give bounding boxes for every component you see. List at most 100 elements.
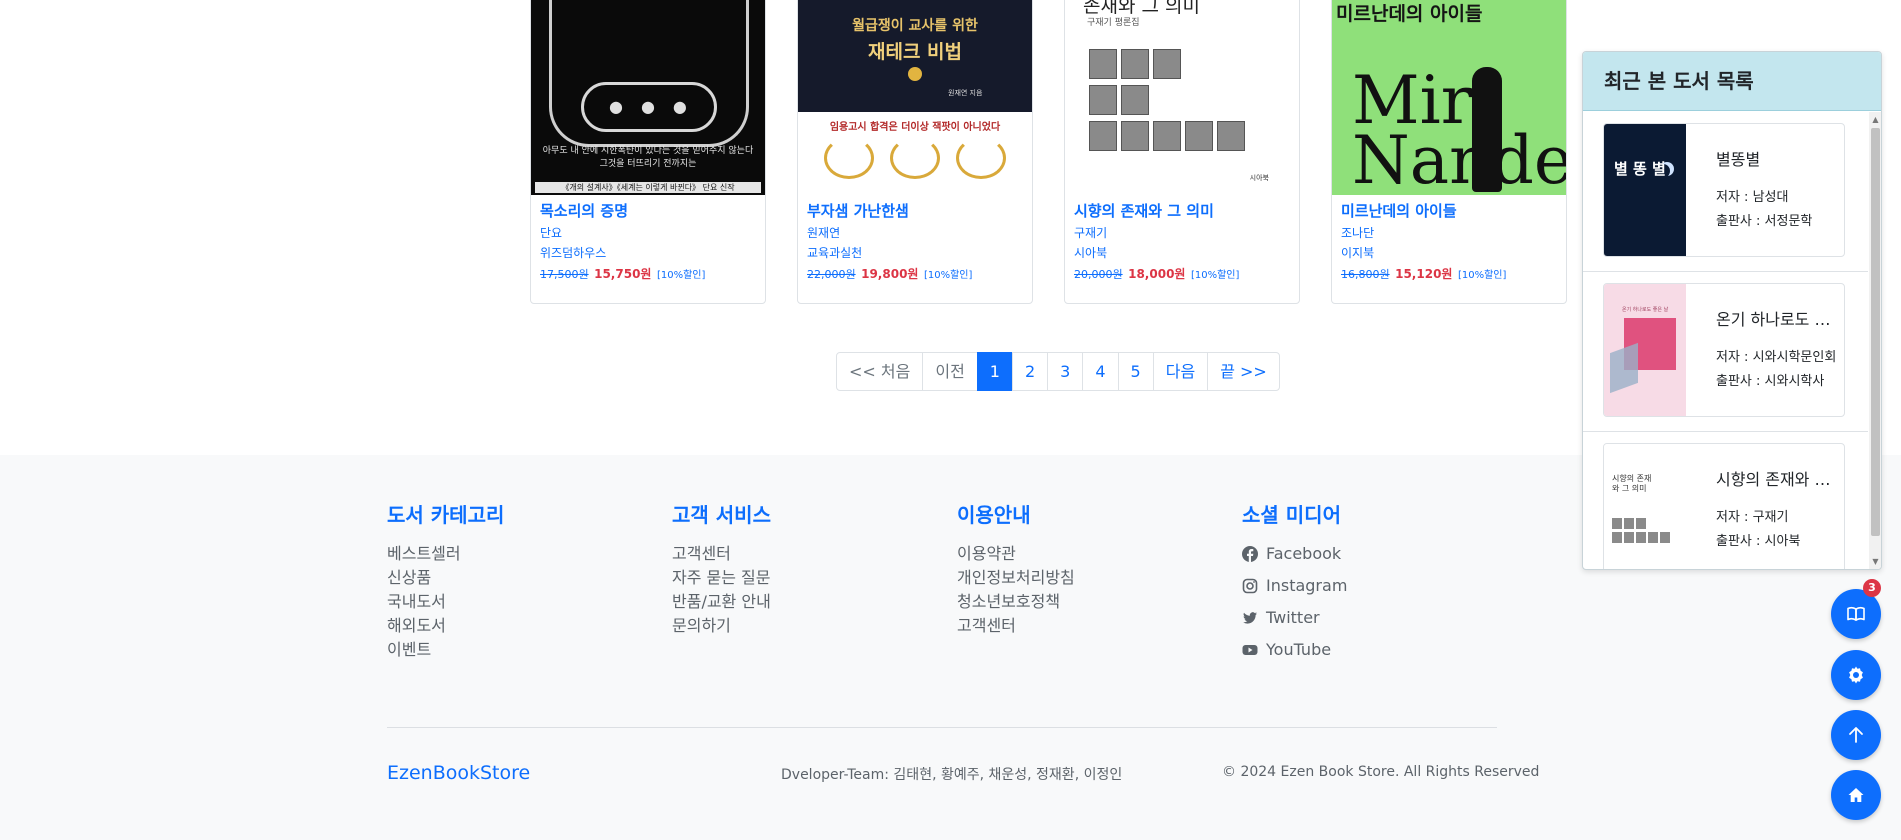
gear-icon [1849, 666, 1863, 684]
book-cover[interactable]: 미르난데의 아이들 Mir Nande [1332, 0, 1566, 195]
recent-book-card[interactable]: 별 똥 별 별똥별 저자 : 남성대 출판사 : 서정문학 [1603, 123, 1845, 257]
book-publisher-link[interactable]: 교육과실천 [807, 245, 1026, 261]
recent-book-thumbnail[interactable]: 별 똥 별 [1604, 124, 1686, 256]
portrait-photo [1612, 518, 1622, 529]
footer-link-contact[interactable]: 문의하기 [672, 614, 771, 638]
book-publisher-link[interactable]: 이지북 [1341, 245, 1560, 261]
footer-heading: 고객 서비스 [672, 503, 771, 527]
youtube-icon [1242, 645, 1258, 655]
footer-brand-link[interactable]: EzenBookStore [387, 762, 530, 784]
sale-price: 15,750원 [594, 267, 652, 281]
pagination-page-3[interactable]: 3 [1047, 352, 1084, 391]
book-cover[interactable]: 월급쟁이 교사를 위한 재테크 비법 원재연 지음 임용고시 합격은 더이상 잭… [798, 0, 1032, 195]
book-card[interactable]: ●●● 아무도 내 안에 시한폭탄이 있다는 것을 믿어주지 않는다 그것을 터… [530, 0, 766, 304]
settings-button[interactable] [1831, 650, 1881, 700]
portrait-photo [1624, 532, 1634, 543]
scroll-up-arrow-icon[interactable]: ▲ [1871, 114, 1880, 126]
footer-heading: 소셜 미디어 [1242, 503, 1341, 527]
footer-link-event[interactable]: 이벤트 [387, 638, 504, 662]
cover-title: 미르난데의 아이들 [1336, 3, 1483, 25]
book-author-link[interactable]: 구재기 [1074, 225, 1293, 241]
portrait-photo [1648, 532, 1658, 543]
book-cover[interactable]: 존재와 그 의미 구재기 평론집 시아북 [1065, 0, 1299, 195]
home-icon [1848, 788, 1864, 802]
home-button[interactable] [1831, 770, 1881, 820]
pagination-prev[interactable]: 이전 [922, 352, 978, 391]
pagination-page-4[interactable]: 4 [1082, 352, 1119, 391]
cover-illustration [1472, 67, 1502, 192]
original-price: 17,500원 [540, 268, 589, 281]
recent-books-panel: 최근 본 도서 목록 별 똥 별 별똥별 저자 : 남성대 출판사 : 서정문학… [1582, 51, 1882, 570]
pagination-page-5[interactable]: 5 [1117, 352, 1154, 391]
book-title-link[interactable]: 부자샘 가난한샘 [807, 201, 1026, 221]
portrait-photo [1624, 518, 1634, 529]
portrait-photo [1153, 49, 1181, 79]
facebook-link[interactable]: Facebook [1242, 542, 1347, 566]
footer-link-youth-policy[interactable]: 청소년보호정책 [957, 590, 1075, 614]
cover-author: 원재연 지음 [948, 89, 983, 97]
book-author-link[interactable]: 단요 [540, 225, 759, 241]
scroll-to-top-button[interactable] [1831, 710, 1881, 760]
recent-book-thumbnail[interactable]: 온기 하나로도 좋은 날 [1604, 284, 1686, 416]
recent-list-scrollbar[interactable]: ▲ ▼ [1869, 112, 1881, 569]
facebook-icon [1242, 546, 1258, 562]
recent-book-item: 시향의 존재와 그 의미 시향의 존재와 그 의미 저자 : 구재기 출판사 :… [1583, 432, 1868, 569]
footer-column-categories: 도서 카테고리 베스트셀러 신상품 국내도서 해외도서 이벤트 [387, 501, 504, 662]
pagination-first[interactable]: << 처음 [836, 352, 924, 391]
book-title-link[interactable]: 미르난데의 아이들 [1341, 201, 1560, 221]
footer-column-social: 소셜 미디어 Facebook Instagram Twitter YouTub… [1242, 501, 1347, 670]
footer-link-bestseller[interactable]: 베스트셀러 [387, 542, 504, 566]
twitter-link[interactable]: Twitter [1242, 606, 1347, 630]
book-title-link[interactable]: 시향의 존재와 그 의미 [1074, 201, 1293, 221]
recent-book-title[interactable]: 온기 하나로도 좋은 날 [1716, 306, 1841, 330]
recent-book-title[interactable]: 시향의 존재와 그 의미 [1716, 466, 1841, 490]
footer-team-credit: Dveloper-Team: 김태현, 황예주, 채운성, 정재환, 이정인 [781, 767, 1123, 783]
book-card[interactable]: 미르난데의 아이들 Mir Nande 미르난데의 아이들 조나단 이지북 16… [1331, 0, 1567, 304]
cover-subtitle: 구재기 평론집 [1087, 18, 1140, 28]
recent-book-thumbnail[interactable]: 시향의 존재와 그 의미 [1604, 444, 1686, 569]
book-info: 목소리의 증명 단요 위즈덤하우스 17,500원 15,750원 [10%할인… [540, 201, 759, 284]
arrow-up-icon [1849, 727, 1863, 743]
recent-book-card[interactable]: 온기 하나로도 좋은 날 온기 하나로도 좋은 날 저자 : 시와시학문인회 출… [1603, 283, 1845, 417]
footer-link-support[interactable]: 고객센터 [957, 614, 1075, 638]
footer-link-support[interactable]: 고객센터 [672, 542, 771, 566]
footer-divider [387, 727, 1497, 728]
cover-subtitle: 월급쟁이 교사를 위한 [852, 18, 978, 34]
scrollbar-thumb[interactable] [1871, 128, 1880, 536]
footer-link-privacy[interactable]: 개인정보처리방침 [957, 566, 1075, 590]
youtube-link[interactable]: YouTube [1242, 638, 1347, 662]
footer-link-faq[interactable]: 자주 묻는 질문 [672, 566, 771, 590]
footer-link-returns[interactable]: 반품/교환 안내 [672, 590, 771, 614]
pagination-page-1[interactable]: 1 [976, 352, 1013, 391]
book-card[interactable]: 존재와 그 의미 구재기 평론집 시아북 시향의 존재와 그 의미 구재기 시아… [1064, 0, 1300, 304]
recent-book-card[interactable]: 시향의 존재와 그 의미 시향의 존재와 그 의미 저자 : 구재기 출판사 :… [1603, 443, 1845, 569]
footer-link-foreign[interactable]: 해외도서 [387, 614, 504, 638]
pagination-page-2[interactable]: 2 [1011, 352, 1049, 391]
recent-book-title[interactable]: 별똥별 [1716, 146, 1841, 170]
book-publisher-link[interactable]: 위즈덤하우스 [540, 245, 759, 261]
book-title-link[interactable]: 목소리의 증명 [540, 201, 759, 221]
footer-link-terms[interactable]: 이용약관 [957, 542, 1075, 566]
instagram-link[interactable]: Instagram [1242, 574, 1347, 598]
book-publisher-link[interactable]: 시아북 [1074, 245, 1293, 261]
book-author-link[interactable]: 원재연 [807, 225, 1026, 241]
recent-book-publisher: 출판사 : 서정문학 [1716, 214, 1813, 229]
book-card[interactable]: 월급쟁이 교사를 위한 재테크 비법 원재연 지음 임용고시 합격은 더이상 잭… [797, 0, 1033, 304]
scroll-down-arrow-icon[interactable]: ▼ [1871, 556, 1880, 568]
portrait-photo [1185, 121, 1213, 151]
book-cover[interactable]: ●●● 아무도 내 안에 시한폭탄이 있다는 것을 믿어주지 않는다 그것을 터… [531, 0, 765, 195]
footer-heading: 도서 카테고리 [387, 503, 505, 527]
footer-link-domestic[interactable]: 국내도서 [387, 590, 504, 614]
book-price: 17,500원 15,750원 [10%할인] [540, 266, 759, 284]
book-author-link[interactable]: 조나단 [1341, 225, 1560, 241]
social-label: YouTube [1266, 640, 1332, 659]
recent-book-author: 저자 : 남성대 [1716, 190, 1789, 205]
cover-caption: 아무도 내 안에 시한폭탄이 있다는 것을 믿어주지 않는다 그것을 터뜨리기 … [531, 145, 765, 171]
instagram-icon [1242, 578, 1258, 594]
pagination-next[interactable]: 다음 [1152, 352, 1209, 391]
footer-link-new[interactable]: 신상품 [387, 566, 504, 590]
thumbnail-title: 온기 하나로도 좋은 날 [1622, 307, 1669, 313]
pagination-last[interactable]: 끝 >> [1207, 352, 1280, 391]
portrait-photo [1612, 532, 1622, 543]
recent-books-toggle-button[interactable]: 3 [1831, 579, 1881, 639]
